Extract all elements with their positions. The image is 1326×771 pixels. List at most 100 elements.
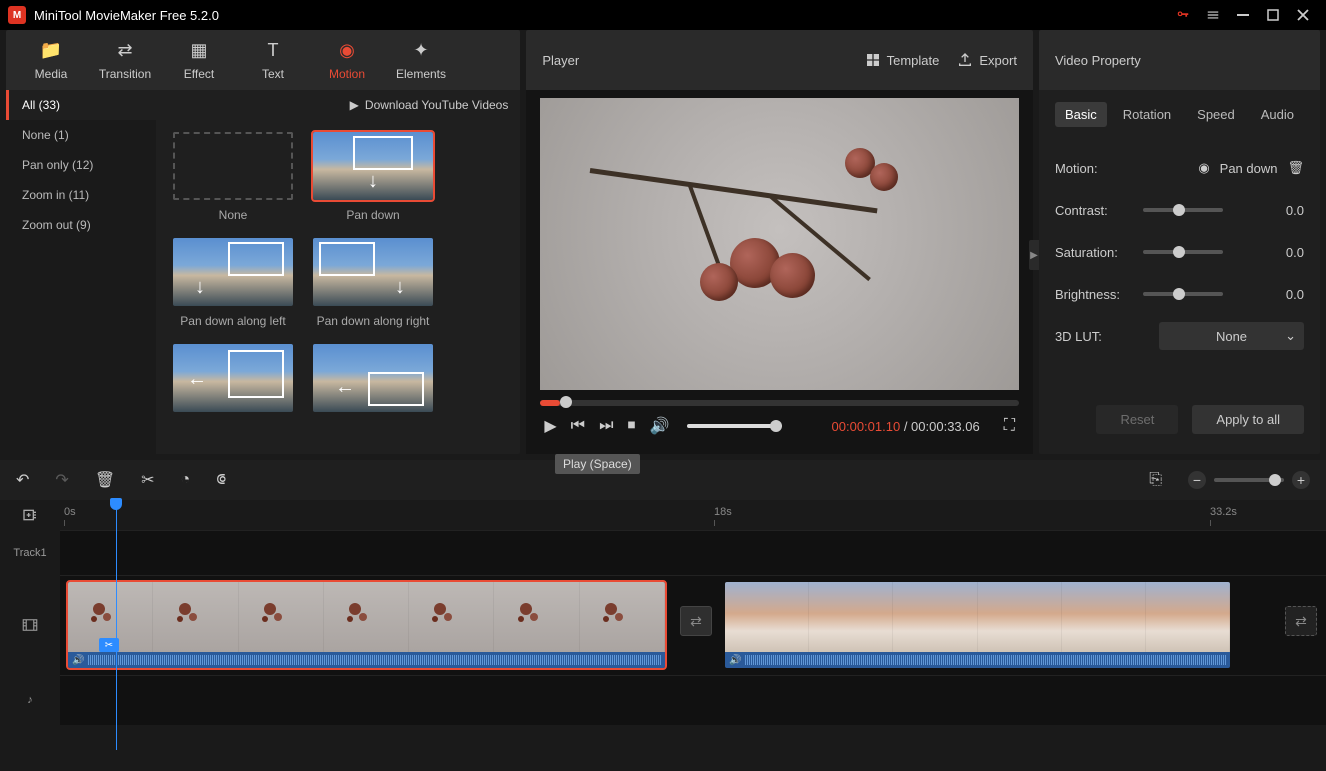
motion-item-label: Pan down along left xyxy=(180,314,285,328)
motion-grid: None ↓ Pan down ↓ Pan down along left ↓ xyxy=(156,120,520,454)
template-label: Template xyxy=(887,53,940,68)
volume-icon[interactable]: 🔊 xyxy=(650,416,670,436)
properties-title: Video Property xyxy=(1039,30,1320,90)
template-button[interactable]: Template xyxy=(865,52,940,68)
contrast-value: 0.0 xyxy=(1264,203,1304,218)
timeline-toolbar: ↶ ↷ 🗑 ✂ ◔ ⟃ ⎘ − + xyxy=(0,460,1326,500)
clip-1[interactable]: ◉ 🔊 xyxy=(68,582,665,668)
motion-item-pan-down-left[interactable]: ↓ Pan down along left xyxy=(168,238,298,328)
crop-button[interactable]: ⟃ xyxy=(216,471,226,489)
brightness-slider[interactable] xyxy=(1143,292,1223,296)
contrast-slider[interactable] xyxy=(1143,208,1223,212)
zoom-out-button[interactable]: − xyxy=(1188,471,1206,489)
motion-item-pan-down-right[interactable]: ↓ Pan down along right xyxy=(308,238,438,328)
zoom-slider[interactable] xyxy=(1214,478,1284,482)
row-lut: 3D LUT: None ⌄ xyxy=(1055,315,1304,357)
library-panel: 📁Media ⇄Transition ▦Effect TText ◉Motion… xyxy=(6,30,520,454)
maximize-button[interactable] xyxy=(1258,0,1288,30)
ruler-tick-2: 33.2s xyxy=(1210,506,1237,518)
reset-button[interactable]: Reset xyxy=(1096,405,1178,434)
transition-slot-1[interactable]: ⇄ xyxy=(680,606,712,636)
video-track[interactable]: ◉ 🔊 ⇄ 🔊 ⇄ xyxy=(60,575,1326,675)
brightness-label: Brightness: xyxy=(1055,287,1135,302)
ptab-speed[interactable]: Speed xyxy=(1187,102,1245,127)
zoom-in-button[interactable]: + xyxy=(1292,471,1310,489)
export-button[interactable]: Export xyxy=(957,52,1017,68)
ptab-rotation[interactable]: Rotation xyxy=(1113,102,1181,127)
panel-expand-toggle[interactable]: ▶ xyxy=(1029,240,1039,270)
saturation-slider[interactable] xyxy=(1143,250,1223,254)
tab-transition-label: Transition xyxy=(99,67,151,81)
fullscreen-button[interactable]: ⛶ xyxy=(1004,417,1015,435)
motion-icon: ◉ xyxy=(1198,160,1209,176)
split-button[interactable]: ✂ xyxy=(141,470,154,490)
tab-media[interactable]: 📁Media xyxy=(14,30,88,90)
ruler-tick-0: 0s xyxy=(64,506,76,518)
ruler-tick-1: 18s xyxy=(714,506,732,518)
seek-slider[interactable] xyxy=(540,400,1019,406)
minimize-button[interactable] xyxy=(1228,0,1258,30)
volume-slider[interactable] xyxy=(687,424,782,428)
tab-transition[interactable]: ⇄Transition xyxy=(88,30,162,90)
tab-elements-label: Elements xyxy=(396,67,446,81)
lut-select[interactable]: None ⌄ xyxy=(1159,322,1304,350)
transition-slot-2[interactable]: ⇄ xyxy=(1285,606,1317,636)
contrast-label: Contrast: xyxy=(1055,203,1135,218)
next-frame-button[interactable]: ⏭ xyxy=(599,417,613,435)
category-all[interactable]: All (33) xyxy=(6,90,156,120)
motion-item-label: None xyxy=(219,208,248,222)
clip-2[interactable]: 🔊 xyxy=(725,582,1230,668)
prev-frame-button[interactable]: ⏮ xyxy=(571,417,585,435)
tab-effect[interactable]: ▦Effect xyxy=(162,30,236,90)
motion-label: Motion: xyxy=(1055,161,1135,176)
video-track-icon xyxy=(0,575,60,675)
ptab-basic[interactable]: Basic xyxy=(1055,102,1107,127)
player-title: Player xyxy=(542,53,846,68)
scissor-badge-icon[interactable]: ✂ xyxy=(99,638,119,652)
app-logo: M xyxy=(8,6,26,24)
category-zoom-in[interactable]: Zoom in (11) xyxy=(6,180,156,210)
speed-button[interactable]: ◔ xyxy=(181,471,191,489)
undo-button[interactable]: ↶ xyxy=(16,470,29,490)
motion-item-pan-down[interactable]: ↓ Pan down xyxy=(308,132,438,222)
main-tabbar: 📁Media ⇄Transition ▦Effect TText ◉Motion… xyxy=(6,30,520,90)
track1-label: Track1 xyxy=(0,530,60,575)
key-icon[interactable] xyxy=(1168,0,1198,30)
fit-button[interactable]: ⎘ xyxy=(1149,471,1162,489)
text-track[interactable] xyxy=(60,530,1326,575)
preview-image[interactable] xyxy=(540,98,1019,390)
time-display: 00:00:01.10 / 00:00:33.06 xyxy=(832,419,980,434)
tab-text[interactable]: TText xyxy=(236,30,310,90)
ptab-audio[interactable]: Audio xyxy=(1251,102,1304,127)
motion-item-pan-left[interactable]: ← xyxy=(168,344,298,420)
download-youtube-link[interactable]: ▶ Download YouTube Videos xyxy=(350,98,509,112)
brightness-value: 0.0 xyxy=(1264,287,1304,302)
apply-all-button[interactable]: Apply to all xyxy=(1192,405,1304,434)
motion-value: Pan down xyxy=(1220,161,1278,176)
playhead[interactable]: ✂ xyxy=(116,498,117,750)
audio-track[interactable] xyxy=(60,675,1326,725)
lut-value: None xyxy=(1216,329,1247,344)
tab-elements[interactable]: ✦Elements xyxy=(384,30,458,90)
motion-item-label: Pan down xyxy=(346,208,399,222)
preview-area: ▶ ⏮ ⏭ ⏹ 🔊 00:00:01.10 / 00:00:33.06 ⛶ xyxy=(526,90,1033,454)
play-button[interactable]: ▶ xyxy=(544,416,556,436)
motion-item-none[interactable]: None xyxy=(168,132,298,222)
stop-button[interactable]: ⏹ xyxy=(627,417,635,435)
timeline-panel: ↶ ↷ 🗑 ✂ ◔ ⟃ ⎘ − + 0s 18s 33.2s xyxy=(0,460,1326,771)
close-button[interactable] xyxy=(1288,0,1318,30)
category-zoom-out[interactable]: Zoom out (9) xyxy=(6,210,156,240)
motion-item-pan-left-2[interactable]: ← xyxy=(308,344,438,420)
time-ruler[interactable]: 0s 18s 33.2s xyxy=(60,500,1326,530)
play-tooltip: Play (Space) xyxy=(555,454,640,474)
library-header: ▶ Download YouTube Videos xyxy=(156,90,520,120)
add-track-button[interactable] xyxy=(0,500,60,530)
delete-button[interactable]: 🗑 xyxy=(95,470,115,490)
redo-button[interactable]: ↷ xyxy=(55,470,68,490)
hamburger-icon[interactable] xyxy=(1198,0,1228,30)
tab-motion[interactable]: ◉Motion xyxy=(310,30,384,90)
tab-effect-label: Effect xyxy=(184,67,214,81)
category-pan-only[interactable]: Pan only (12) xyxy=(6,150,156,180)
delete-motion-icon[interactable]: 🗑 xyxy=(1287,160,1304,176)
category-none[interactable]: None (1) xyxy=(6,120,156,150)
